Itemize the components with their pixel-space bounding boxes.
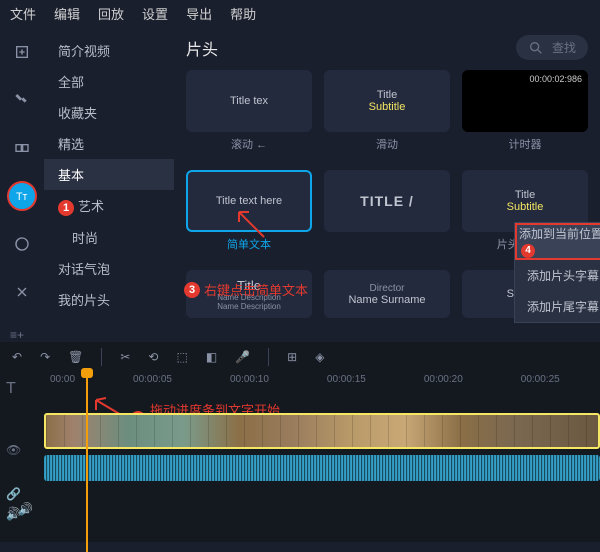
menubar: 文件 编辑 回放 设置 导出 帮助 (0, 0, 600, 27)
crop-icon[interactable]: ⬚ (176, 350, 187, 364)
cut-icon[interactable]: ✂ (120, 350, 130, 364)
sidebar-item-mytitles[interactable]: 我的片头 (44, 284, 174, 315)
clip-props-icon[interactable]: ⊞ (287, 350, 297, 364)
annotation-arrow-icon (229, 202, 269, 242)
sidebar-item-fashion[interactable]: 时尚 (44, 222, 174, 253)
undo-icon[interactable]: ↶ (12, 350, 22, 364)
annotation-marker-4: 4 (521, 244, 535, 258)
sidebar-item-bubbles[interactable]: 对话气泡 (44, 253, 174, 284)
tools-icon[interactable] (7, 277, 37, 307)
context-add-current[interactable]: 添加到当前位置 4 (515, 223, 600, 260)
record-icon[interactable]: 🎤 (235, 350, 250, 364)
title-card[interactable]: DirectorName Surname (324, 270, 450, 318)
menu-file[interactable]: 文件 (10, 4, 36, 23)
sidebar-item-favorites[interactable]: 收藏夹 (44, 97, 174, 128)
search-icon (528, 40, 544, 56)
title-card[interactable]: Title tex (186, 70, 312, 132)
menu-help[interactable]: 帮助 (230, 4, 256, 23)
annotation-marker-1: 1 (58, 200, 74, 216)
video-track-controls: 👁 (6, 443, 21, 457)
left-toolbar: Tт (0, 27, 44, 342)
transitions-icon[interactable] (7, 133, 37, 163)
playhead[interactable] (86, 372, 88, 552)
card-label: 滚动 ← (186, 136, 312, 152)
menu-edit[interactable]: 编辑 (54, 4, 80, 23)
sidebar-item-art[interactable]: 1艺术 (44, 190, 174, 222)
text-track-icon[interactable]: T (6, 380, 16, 398)
sidebar: 简介视频 全部 收藏夹 精选 基本 1艺术 时尚 对话气泡 我的片头 (44, 27, 174, 342)
marker-icon[interactable]: ◈ (315, 350, 324, 364)
redo-icon[interactable]: ↷ (40, 350, 50, 364)
card-label: 滑动 (324, 136, 450, 152)
video-track[interactable] (44, 413, 600, 449)
menu-settings[interactable]: 设置 (142, 4, 168, 23)
link-icon[interactable]: 🔗 (6, 487, 21, 501)
svg-text:Tт: Tт (16, 191, 28, 203)
content-panel: 片头 查找 Title tex 滚动 ← TitleSubtitle 滑动 00… (174, 27, 600, 342)
timeline: ↶ ↷ 🗑 ✂ ⟲ ⬚ ◧ 🎤 ⊞ ◈ 00:00 00:00:05 00:00… (0, 342, 600, 542)
add-track-icon[interactable]: ≡+ (10, 328, 24, 342)
content-title: 片头 (186, 36, 218, 60)
sidebar-item-basic[interactable]: 基本 (44, 159, 174, 190)
add-media-icon[interactable] (7, 37, 37, 67)
menu-playback[interactable]: 回放 (98, 4, 124, 23)
adjust-icon[interactable]: ◧ (206, 350, 217, 364)
title-card[interactable]: TitleSubtitle (324, 70, 450, 132)
music-track-icon[interactable]: ♫ 🔊 (6, 502, 33, 516)
sidebar-item-intro[interactable]: 简介视频 (44, 35, 174, 66)
title-card[interactable]: 00:00:02:986 (462, 70, 588, 132)
sidebar-item-all[interactable]: 全部 (44, 66, 174, 97)
search-box[interactable]: 查找 (516, 35, 588, 60)
titles-icon[interactable]: Tт (7, 181, 37, 211)
card-label: 计时器 (462, 136, 588, 152)
filters-icon[interactable] (7, 85, 37, 115)
rotate-icon[interactable]: ⟲ (148, 350, 158, 364)
context-add-opening[interactable]: 添加片头字幕 (515, 260, 600, 291)
title-card[interactable]: TITLE / (324, 170, 450, 232)
visibility-icon[interactable]: 👁 (6, 443, 21, 457)
search-placeholder: 查找 (552, 39, 576, 56)
menu-export[interactable]: 导出 (186, 4, 212, 23)
audio-track[interactable] (44, 455, 600, 481)
context-add-closing[interactable]: 添加片尾字幕 (515, 291, 600, 322)
sidebar-item-featured[interactable]: 精选 (44, 128, 174, 159)
delete-icon[interactable]: 🗑 (68, 350, 83, 364)
context-menu: 添加到当前位置 4 添加片头字幕 添加片尾字幕 (514, 222, 600, 323)
stickers-icon[interactable] (7, 229, 37, 259)
annotation-3: 3右键点击简单文本 (184, 280, 308, 299)
